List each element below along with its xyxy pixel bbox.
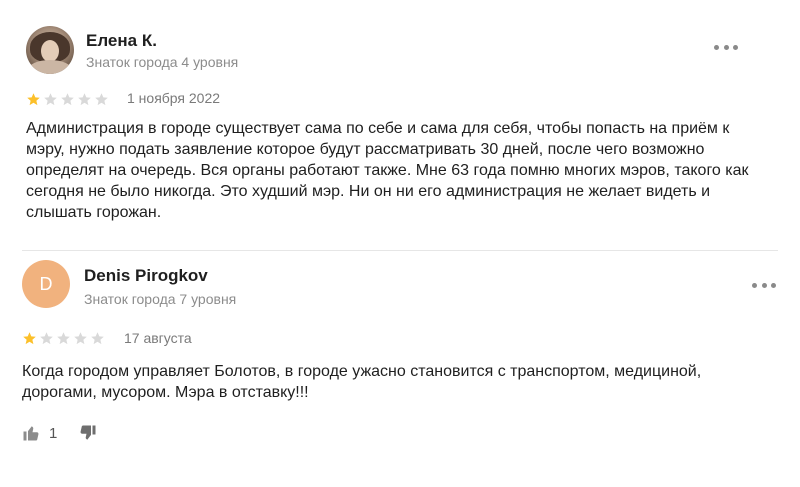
dot-icon bbox=[752, 282, 757, 288]
rating-stars bbox=[26, 92, 109, 107]
avatar[interactable]: D bbox=[22, 260, 70, 308]
star-empty-icon bbox=[91, 332, 104, 345]
star-empty-icon bbox=[61, 93, 74, 106]
review-reactions: 1 bbox=[22, 424, 97, 442]
thumbs-down-icon bbox=[80, 425, 96, 440]
more-options-icon[interactable] bbox=[752, 281, 776, 289]
thumbs-up-icon bbox=[23, 426, 39, 441]
dot-icon bbox=[723, 44, 729, 50]
star-empty-icon bbox=[44, 93, 57, 106]
star-empty-icon bbox=[40, 332, 53, 345]
author-level: Знаток города 4 уровня bbox=[86, 54, 239, 70]
star-filled-icon bbox=[23, 332, 36, 345]
like-count: 1 bbox=[49, 424, 58, 442]
author-level: Знаток города 7 уровня bbox=[84, 291, 237, 307]
review-text: Когда городом управляет Болотов, в город… bbox=[22, 363, 702, 401]
dot-icon bbox=[714, 44, 719, 50]
avatar-shoulders bbox=[28, 60, 72, 74]
author-name[interactable]: Denis Pirogkov bbox=[84, 266, 208, 286]
star-filled-icon bbox=[27, 93, 40, 106]
author-name[interactable]: Елена К. bbox=[86, 31, 157, 51]
star-empty-icon bbox=[95, 93, 108, 106]
like-button[interactable]: 1 bbox=[22, 424, 57, 442]
dot-icon bbox=[733, 44, 738, 50]
star-empty-icon bbox=[57, 332, 70, 345]
review-date: 1 ноября 2022 bbox=[127, 90, 221, 106]
review-divider bbox=[22, 250, 778, 251]
dot-icon bbox=[761, 282, 767, 288]
more-options-icon[interactable] bbox=[714, 43, 738, 51]
avatar-face bbox=[41, 40, 59, 62]
avatar[interactable] bbox=[26, 26, 74, 74]
dot-icon bbox=[771, 282, 776, 288]
rating-stars bbox=[22, 331, 105, 346]
review-date: 17 августа bbox=[124, 330, 192, 346]
star-empty-icon bbox=[78, 93, 91, 106]
star-empty-icon bbox=[74, 332, 87, 345]
review-text: Администрация в городе существует сама п… bbox=[26, 120, 749, 221]
dislike-button[interactable] bbox=[79, 424, 97, 442]
